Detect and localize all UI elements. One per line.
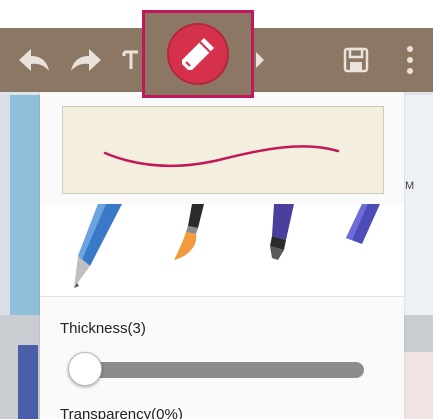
- canvas-image: [402, 95, 433, 317]
- pen-icon: [167, 23, 229, 85]
- stroke-preview: [62, 106, 384, 194]
- thickness-label: Thickness(3): [60, 320, 146, 337]
- pen-tool-button[interactable]: [142, 10, 254, 98]
- thickness-slider-track[interactable]: [88, 362, 364, 378]
- canvas-image: [10, 95, 44, 317]
- thickness-slider-thumb[interactable]: [68, 352, 102, 386]
- redo-icon[interactable]: [64, 28, 108, 92]
- pen-settings-panel: Thickness(3) Transparency(0%): [40, 92, 404, 419]
- save-icon[interactable]: [336, 28, 376, 92]
- divider: [40, 296, 404, 297]
- ballpoint-pen-icon[interactable]: [60, 204, 130, 296]
- more-vert-icon[interactable]: [398, 28, 422, 92]
- canvas-image: [403, 352, 433, 419]
- marker-icon[interactable]: [254, 204, 304, 274]
- undo-icon[interactable]: [12, 28, 56, 92]
- pen-type-selector: [40, 204, 404, 296]
- transparency-label: Transparency(0%): [60, 406, 183, 419]
- canvas-text: M: [405, 180, 415, 192]
- text-icon[interactable]: [118, 28, 144, 92]
- highlighter-icon[interactable]: [336, 204, 386, 264]
- brush-icon[interactable]: [162, 204, 212, 274]
- canvas-image: [18, 345, 38, 419]
